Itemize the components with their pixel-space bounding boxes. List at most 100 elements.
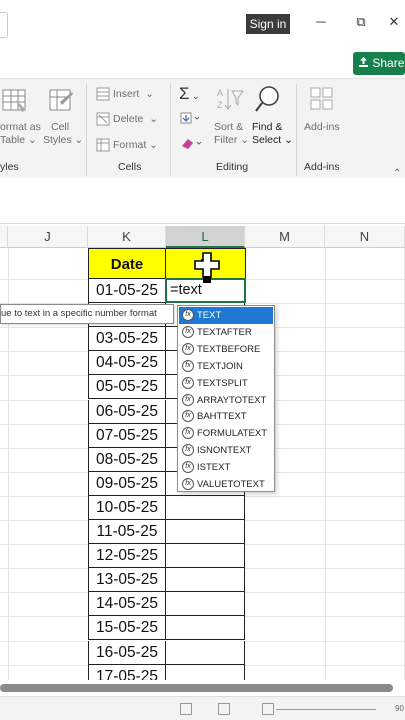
delete-button[interactable]: Delete ⌄ bbox=[113, 113, 158, 126]
date-cell[interactable]: 15-05-25 bbox=[88, 616, 166, 641]
autocomplete-item-label: TEXTSPLIT bbox=[197, 377, 248, 389]
l-column-cell[interactable] bbox=[166, 520, 245, 544]
autocomplete-item-label: ARRAYTOTEXT bbox=[197, 394, 267, 406]
function-icon: fx bbox=[182, 342, 194, 355]
function-icon: fx bbox=[182, 461, 194, 474]
minimize-button[interactable]: ─ bbox=[311, 14, 331, 29]
editing-group-label: Editing bbox=[216, 161, 249, 173]
find-select-button[interactable]: Find & Select ⌄ bbox=[252, 121, 293, 147]
column-header-j[interactable]: J bbox=[8, 226, 88, 248]
horizontal-scrollbar[interactable] bbox=[0, 684, 393, 692]
sign-in-button[interactable]: Sign in bbox=[246, 14, 290, 34]
group-divider bbox=[170, 84, 171, 176]
group-divider bbox=[86, 84, 87, 176]
cell-styles-button[interactable]: Cell Styles ⌄ bbox=[43, 121, 83, 147]
format-cells-icon bbox=[96, 138, 110, 152]
status-bar bbox=[0, 696, 405, 720]
add-ins-group-label: Add-ins bbox=[304, 161, 340, 173]
autocomplete-item[interactable]: fx FORMULATEXT bbox=[179, 425, 273, 442]
autocomplete-item[interactable]: fx ISTEXT bbox=[179, 459, 273, 476]
format-as-table-button[interactable]: ormat as Table ⌄ bbox=[0, 121, 41, 147]
column-header[interactable] bbox=[0, 226, 8, 248]
autocomplete-item-label: ISNONTEXT bbox=[197, 445, 252, 457]
column-header-n[interactable]: N bbox=[325, 226, 405, 248]
l-column-cell[interactable] bbox=[166, 544, 245, 569]
sort-filter-button[interactable]: Sort & Filter ⌄ bbox=[214, 121, 249, 147]
formula-autocomplete-list[interactable]: fx TEXT fx TEXTAFTER fx TEXTBEFORE fx TEXTJOIN f… bbox=[177, 305, 275, 492]
zoom-slider[interactable] bbox=[276, 709, 376, 710]
add-ins-button[interactable]: Add-ins bbox=[304, 121, 340, 134]
date-cell[interactable]: 12-05-25 bbox=[88, 544, 166, 569]
date-cell[interactable]: 05-05-25 bbox=[88, 375, 166, 400]
column-header-l[interactable]: L bbox=[166, 226, 245, 248]
function-icon: fx bbox=[182, 427, 194, 440]
add-ins-icon bbox=[309, 86, 335, 114]
function-tooltip: ue to text in a specific number format bbox=[0, 304, 174, 324]
autocomplete-item-label: ISTEXT bbox=[197, 462, 231, 474]
autocomplete-item[interactable]: fx BAHTTEXT bbox=[179, 408, 273, 425]
l-column-cell[interactable] bbox=[166, 664, 245, 680]
date-cell[interactable]: 14-05-25 bbox=[88, 592, 166, 617]
date-cell[interactable]: 10-05-25 bbox=[88, 495, 166, 520]
page-break-icon[interactable] bbox=[262, 703, 274, 715]
insert-button[interactable]: Insert ⌄ bbox=[113, 88, 154, 101]
l-column-cell[interactable] bbox=[166, 495, 245, 520]
autocomplete-item-label: TEXT bbox=[197, 310, 222, 321]
page-layout-icon[interactable] bbox=[218, 703, 230, 715]
format-button[interactable]: Format ⌄ bbox=[113, 139, 158, 152]
date-cell[interactable]: 16-05-25 bbox=[88, 640, 166, 665]
share-icon bbox=[359, 52, 369, 75]
date-cell[interactable]: 11-05-25 bbox=[88, 520, 166, 544]
zoom-level[interactable]: 90 bbox=[395, 704, 404, 713]
search-box[interactable] bbox=[0, 12, 8, 38]
date-cell[interactable]: 01-05-25 bbox=[88, 279, 166, 303]
autocomplete-item-label: BAHTTEXT bbox=[197, 411, 247, 423]
date-cell[interactable]: 03-05-25 bbox=[88, 327, 166, 352]
close-button[interactable]: ✕ bbox=[384, 14, 404, 30]
column-header-k[interactable]: K bbox=[88, 226, 166, 248]
autosum-icon[interactable]: Σ ⌄ bbox=[179, 84, 200, 104]
autocomplete-item[interactable]: fx TEXTBEFORE bbox=[179, 341, 273, 358]
function-icon: fx bbox=[182, 325, 194, 338]
l-column-cell[interactable] bbox=[166, 568, 245, 593]
normal-view-icon[interactable] bbox=[180, 703, 192, 715]
function-icon: fx bbox=[182, 393, 194, 406]
date-cell[interactable]: 07-05-25 bbox=[88, 423, 166, 448]
date-header-cell[interactable]: Date bbox=[88, 248, 166, 279]
function-icon: fx bbox=[182, 359, 194, 372]
date-cell[interactable]: 04-05-25 bbox=[88, 351, 166, 376]
insert-icon bbox=[96, 87, 110, 101]
autocomplete-item[interactable]: fx TEXTJOIN bbox=[179, 358, 273, 375]
date-cell[interactable]: 13-05-25 bbox=[88, 568, 166, 593]
date-cell[interactable]: 08-05-25 bbox=[88, 447, 166, 472]
excel-window: Sign in ─ ⧉ ✕ Share ormat as Table ⌄ Cel… bbox=[0, 0, 405, 720]
function-icon: fx bbox=[182, 309, 194, 321]
autocomplete-item[interactable]: fx VALUETOTEXT bbox=[179, 476, 273, 493]
clear-icon[interactable] bbox=[180, 136, 204, 152]
l-column-cell[interactable] bbox=[166, 640, 245, 665]
date-cell[interactable]: 17-05-25 bbox=[88, 664, 166, 680]
autocomplete-item[interactable]: fx ARRAYTOTEXT bbox=[179, 392, 273, 409]
function-icon: fx bbox=[182, 410, 194, 423]
ribbon-tab-row bbox=[0, 46, 405, 82]
l-column-cell[interactable] bbox=[166, 592, 245, 617]
fill-icon[interactable] bbox=[180, 111, 202, 127]
l-column-cell[interactable] bbox=[166, 616, 245, 641]
cell-styles-icon bbox=[48, 88, 74, 114]
date-cell[interactable]: 06-05-25 bbox=[88, 399, 166, 424]
autocomplete-item[interactable]: fx TEXT bbox=[179, 307, 273, 324]
function-icon: fx bbox=[182, 376, 194, 389]
autocomplete-item[interactable]: fx TEXTAFTER bbox=[179, 324, 273, 341]
column-header-m[interactable]: M bbox=[245, 226, 325, 248]
move-cursor-icon bbox=[194, 252, 220, 284]
delete-icon bbox=[96, 112, 110, 126]
autocomplete-item[interactable]: fx ISNONTEXT bbox=[179, 442, 273, 459]
autocomplete-item-label: TEXTJOIN bbox=[197, 360, 243, 372]
date-cell[interactable]: 09-05-25 bbox=[88, 471, 166, 496]
share-button[interactable]: Share bbox=[353, 52, 405, 75]
autocomplete-item-label: TEXTAFTER bbox=[197, 326, 252, 338]
restore-button[interactable]: ⧉ bbox=[351, 14, 371, 30]
formula-bar[interactable] bbox=[0, 178, 405, 224]
svg-text:A: A bbox=[217, 88, 223, 98]
autocomplete-item[interactable]: fx TEXTSPLIT bbox=[179, 375, 273, 392]
